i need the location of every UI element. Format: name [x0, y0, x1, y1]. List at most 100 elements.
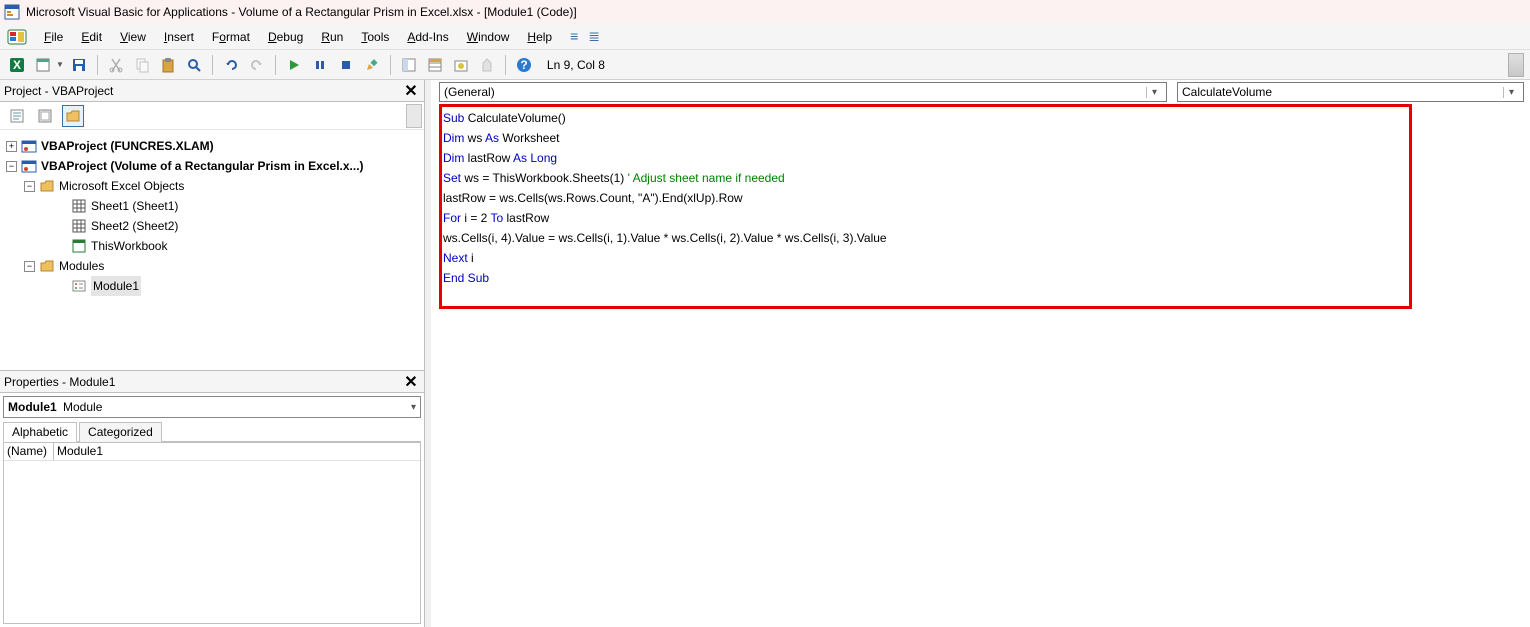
properties-grid[interactable]: (Name) Module1: [3, 442, 421, 624]
undo-button[interactable]: [220, 54, 242, 76]
svg-text:?: ?: [520, 58, 527, 72]
insert-button[interactable]: [32, 54, 54, 76]
menu-debug[interactable]: Debug: [260, 27, 311, 47]
break-button[interactable]: [309, 54, 331, 76]
folder-icon: [39, 258, 55, 274]
cursor-position-label: Ln 9, Col 8: [539, 58, 613, 72]
sheet-icon: [71, 198, 87, 214]
project-explorer-button[interactable]: [398, 54, 420, 76]
tab-categorized[interactable]: Categorized: [79, 422, 162, 442]
run-button[interactable]: [283, 54, 305, 76]
design-mode-button[interactable]: [361, 54, 383, 76]
properties-button[interactable]: [424, 54, 446, 76]
save-button[interactable]: [68, 54, 90, 76]
tree-project-volume[interactable]: − VBAProject (Volume of a Rectangular Pr…: [4, 156, 420, 176]
code-editor[interactable]: Sub CalculateVolume() Dim ws As Workshee…: [443, 108, 1520, 617]
properties-panel-close-button[interactable]: ✕: [402, 372, 420, 392]
menu-run[interactable]: Run: [313, 27, 351, 47]
menu-format[interactable]: Format: [204, 27, 258, 47]
properties-panel-header: Properties - Module1 ✕: [0, 371, 424, 393]
menu-window[interactable]: Window: [459, 27, 518, 47]
module-icon: [71, 278, 87, 294]
properties-object-name: Module1: [8, 400, 57, 414]
properties-panel-title: Properties - Module1: [4, 375, 115, 389]
tree-folder-excel-objects[interactable]: − Microsoft Excel Objects: [4, 176, 420, 196]
menu-view[interactable]: View: [112, 27, 154, 47]
collapse-icon[interactable]: −: [6, 161, 17, 172]
menu-bar: File Edit View Insert Format Debug Run T…: [0, 24, 1530, 50]
project-tree[interactable]: + VBAProject (FUNCRES.XLAM) − VBAProject…: [0, 130, 424, 370]
tab-alphabetic[interactable]: Alphabetic: [3, 422, 77, 442]
chevron-down-icon: ▾: [411, 402, 416, 413]
chevron-down-icon: ▾: [1146, 87, 1162, 98]
tree-sheet1[interactable]: Sheet1 (Sheet1): [4, 196, 420, 216]
project-panel-close-button[interactable]: ✕: [402, 81, 420, 101]
properties-object-dropdown[interactable]: Module1 Module ▾: [3, 396, 421, 418]
project-toolbar-scroll: [406, 104, 422, 128]
expand-icon[interactable]: +: [6, 141, 17, 152]
tree-label: ThisWorkbook: [91, 236, 167, 256]
tree-folder-modules[interactable]: − Modules: [4, 256, 420, 276]
window-title: Microsoft Visual Basic for Applications …: [26, 5, 577, 19]
object-browser-button[interactable]: [450, 54, 472, 76]
menu-addins[interactable]: Add-Ins: [399, 27, 456, 47]
collapse-icon[interactable]: −: [24, 261, 35, 272]
tree-label: VBAProject (Volume of a Rectangular Pris…: [41, 156, 364, 176]
collapse-icon[interactable]: −: [24, 181, 35, 192]
project-panel-header: Project - VBAProject ✕: [0, 80, 424, 102]
tree-label: Sheet1 (Sheet1): [91, 196, 178, 216]
tree-module1[interactable]: Module1: [4, 276, 420, 296]
menu-help[interactable]: Help: [519, 27, 560, 47]
paste-button[interactable]: [157, 54, 179, 76]
insert-dropdown-icon[interactable]: ▼: [56, 60, 64, 69]
project-panel-title: Project - VBAProject: [4, 84, 113, 98]
property-value[interactable]: Module1: [54, 443, 420, 460]
project-toolbar: [0, 102, 424, 130]
menu-tools[interactable]: Tools: [353, 27, 397, 47]
view-code-button[interactable]: [6, 105, 28, 127]
copy-button[interactable]: [131, 54, 153, 76]
cut-button[interactable]: [105, 54, 127, 76]
folder-icon: [39, 178, 55, 194]
toggle-folders-button[interactable]: [62, 105, 84, 127]
tree-label: Module1: [91, 276, 141, 296]
toolbar-scroll-hint: [1508, 53, 1524, 77]
tree-project-funcres[interactable]: + VBAProject (FUNCRES.XLAM): [4, 136, 420, 156]
view-object-button[interactable]: [34, 105, 56, 127]
standard-toolbar: X ▼ ? Ln 9, Col 8: [0, 50, 1530, 80]
app-icon: [4, 4, 20, 20]
chevron-down-icon: ▾: [1503, 87, 1519, 98]
svg-text:X: X: [13, 58, 21, 72]
properties-object-type: Module: [63, 400, 102, 414]
outdent-icon[interactable]: ≣: [588, 28, 600, 45]
object-combo-value: (General): [444, 85, 495, 99]
title-bar: Microsoft Visual Basic for Applications …: [0, 0, 1530, 24]
find-button[interactable]: [183, 54, 205, 76]
vba-icon: [6, 26, 28, 48]
menu-insert[interactable]: Insert: [156, 27, 202, 47]
view-excel-button[interactable]: X: [6, 54, 28, 76]
menu-edit[interactable]: Edit: [73, 27, 110, 47]
toolbox-button[interactable]: [476, 54, 498, 76]
project-icon: [21, 138, 37, 154]
tree-label: Modules: [59, 256, 104, 276]
object-combobox[interactable]: (General) ▾: [439, 82, 1167, 102]
help-button[interactable]: ?: [513, 54, 535, 76]
tree-label: Sheet2 (Sheet2): [91, 216, 178, 236]
sheet-icon: [71, 218, 87, 234]
procedure-combo-value: CalculateVolume: [1182, 85, 1272, 99]
reset-button[interactable]: [335, 54, 357, 76]
procedure-combobox[interactable]: CalculateVolume ▾: [1177, 82, 1524, 102]
tree-thisworkbook[interactable]: ThisWorkbook: [4, 236, 420, 256]
indent-icon[interactable]: ≡: [570, 28, 578, 45]
tree-label: VBAProject (FUNCRES.XLAM): [41, 136, 214, 156]
redo-button[interactable]: [246, 54, 268, 76]
property-key: (Name): [4, 443, 54, 460]
properties-tabs: Alphabetic Categorized: [3, 421, 421, 442]
tree-sheet2[interactable]: Sheet2 (Sheet2): [4, 216, 420, 236]
workbook-icon: [71, 238, 87, 254]
property-row-name[interactable]: (Name) Module1: [4, 443, 420, 461]
tree-label: Microsoft Excel Objects: [59, 176, 184, 196]
project-icon: [21, 158, 37, 174]
menu-file[interactable]: File: [36, 27, 71, 47]
